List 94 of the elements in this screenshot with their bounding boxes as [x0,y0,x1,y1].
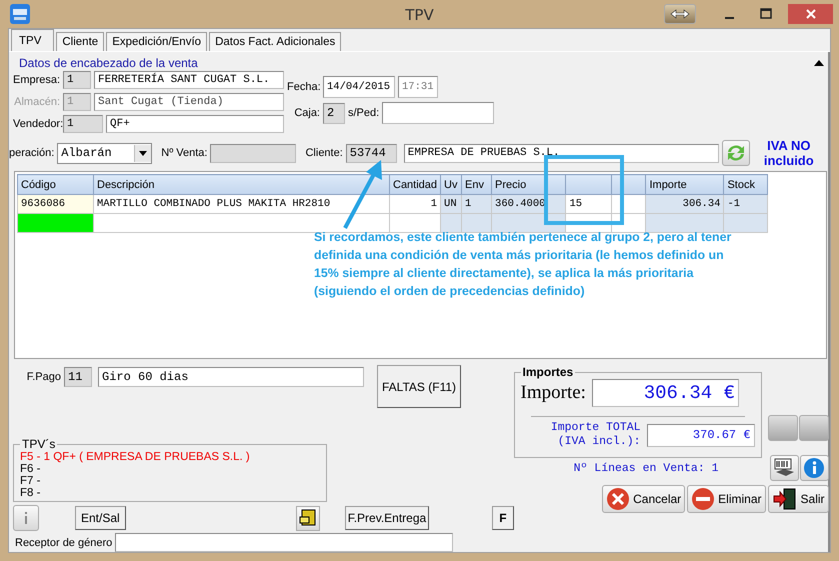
tax-note: IVA NO incluido [762,138,815,168]
receiver-field[interactable] [115,533,454,552]
annotation-text: Si recordamos, este cliente también pertenece al grupo 2, pero al tener definida una condición de venta más prioritaria (le hemos definido un 15% siempre al cliente directamente), se aplica la más prioritaria (siguiendo el orden de precedencias definido) [314,229,732,300]
column-header[interactable]: Stock [724,174,768,194]
table-cell: MARTILLO COMBINADO PLUS MAKITA HR2810 [94,194,390,214]
exit-button[interactable]: Salir [768,485,829,513]
field-label: Receptor de género [15,536,112,548]
barcode-scanner-icon [773,458,796,478]
caret-icon [139,150,148,156]
tpv-item[interactable]: F8 - [20,487,320,499]
name-field[interactable]: Giro 60 dias [98,367,364,387]
code-field[interactable]: 1 [63,115,103,133]
field-label: F.Pago [26,371,61,383]
table-cell [462,214,492,232]
field-label: Vendedor: [13,118,60,130]
field-label: peración: [9,147,54,159]
cash-drawer-icon [298,509,317,527]
delivery-date-button[interactable]: F.Prev.Entrega [344,506,430,530]
client-name-field[interactable]: EMPRESA DE PRUEBAS S.L. [404,144,719,162]
close-icon [806,9,816,19]
shortages-button[interactable]: FALTAS (F11) [377,365,462,408]
column-header[interactable]: Env [462,174,492,194]
name-field[interactable]: FERRETERÍA SANT CUGAT S.L. [94,71,284,89]
tpv-item[interactable]: F5 - 1 QF+ ( EMPRESA DE PRUEBAS S.L. ) [20,451,320,463]
column-header[interactable]: Precio [492,174,566,194]
field-label: s/Ped: [348,107,380,119]
barcode-scanner-button[interactable] [770,455,799,481]
dropdown-value: Albarán [61,146,112,160]
table-cell: -1 [724,194,768,214]
info-button[interactable] [800,455,829,481]
scroll-up-icon[interactable] [814,60,824,66]
column-header[interactable]: Cantidad [390,174,441,194]
entry-exit-button[interactable]: Ent/Sal [75,506,126,530]
field-label: Fecha: [287,81,320,93]
column-header[interactable]: Código [18,174,94,194]
table-cell [440,214,462,232]
cancel-icon [606,487,630,511]
table-cell: 9636086 [18,194,94,214]
info-icon [24,512,28,524]
field-label: Almacén: [13,96,60,108]
column-header[interactable]: Uv [440,174,462,194]
exit-door-icon [772,487,798,511]
date-field[interactable]: 14/04/2015 [323,76,395,98]
tab[interactable]: Expedición/Envío [106,32,208,51]
info-icon [803,457,826,479]
client-code-field[interactable]: 53744 [346,144,397,162]
name-field[interactable]: QF+ [106,115,284,133]
column-header[interactable] [566,174,612,194]
field-label: Empresa: [13,74,60,86]
table-cell: 1 [390,194,441,214]
table-cell: UN [440,194,462,214]
swap-button[interactable] [664,4,696,24]
section-title: Datos de encabezado de la venta [19,56,198,70]
amount-field: 306.34 € [592,379,739,407]
close-button[interactable] [788,4,833,24]
cash-drawer-button[interactable] [296,506,320,530]
operation-dropdown[interactable]: Albarán [57,142,152,164]
field-label: Nº Venta: [161,147,208,159]
field-label: Caja: [293,107,320,119]
group-title: Importes [522,365,574,379]
column-header[interactable]: Descripción [94,174,390,194]
total-field: 370.67 € [646,424,755,446]
no-entry-icon [691,487,716,511]
info-button[interactable] [13,505,39,531]
code-field[interactable]: 11 [64,367,92,387]
double-arrow-icon [670,9,690,19]
cash-register-field: 2 [323,102,345,124]
time-field: 17:31 [398,76,438,98]
line-count: Nº Líneas en Venta: 1 [574,462,719,474]
code-field[interactable]: 1 [63,71,91,89]
table-cell [724,214,768,232]
app-logo-icon [10,4,30,24]
maximize-icon[interactable] [760,8,772,20]
table-cell: 306.34 [646,194,724,214]
tab[interactable]: Datos Fact. Adicionales [209,32,342,51]
group-title: TPV´s [21,437,56,451]
order-field[interactable] [382,102,494,124]
window-title: TPV [405,6,434,24]
column-header[interactable]: Importe [646,174,724,194]
table-cell [390,214,441,232]
tab[interactable]: TPV [11,29,54,51]
f-button[interactable]: F [492,506,514,530]
refresh-button[interactable] [722,140,750,166]
tpv-item[interactable]: F7 - [20,475,320,487]
amount-label: Importe: [520,382,586,404]
field-label: Cliente: [305,147,343,159]
delete-button[interactable]: Eliminar [687,485,766,513]
table-cell: 1 [462,194,492,214]
annotation-arrow [343,160,382,229]
total-label: Importe TOTAL (IVA incl.): [550,421,641,449]
tpv-item[interactable]: F6 - [20,463,320,475]
tab[interactable]: Cliente [56,32,104,51]
cancel-button[interactable]: Cancelar [602,485,686,513]
table-cell: 15 [566,194,612,214]
